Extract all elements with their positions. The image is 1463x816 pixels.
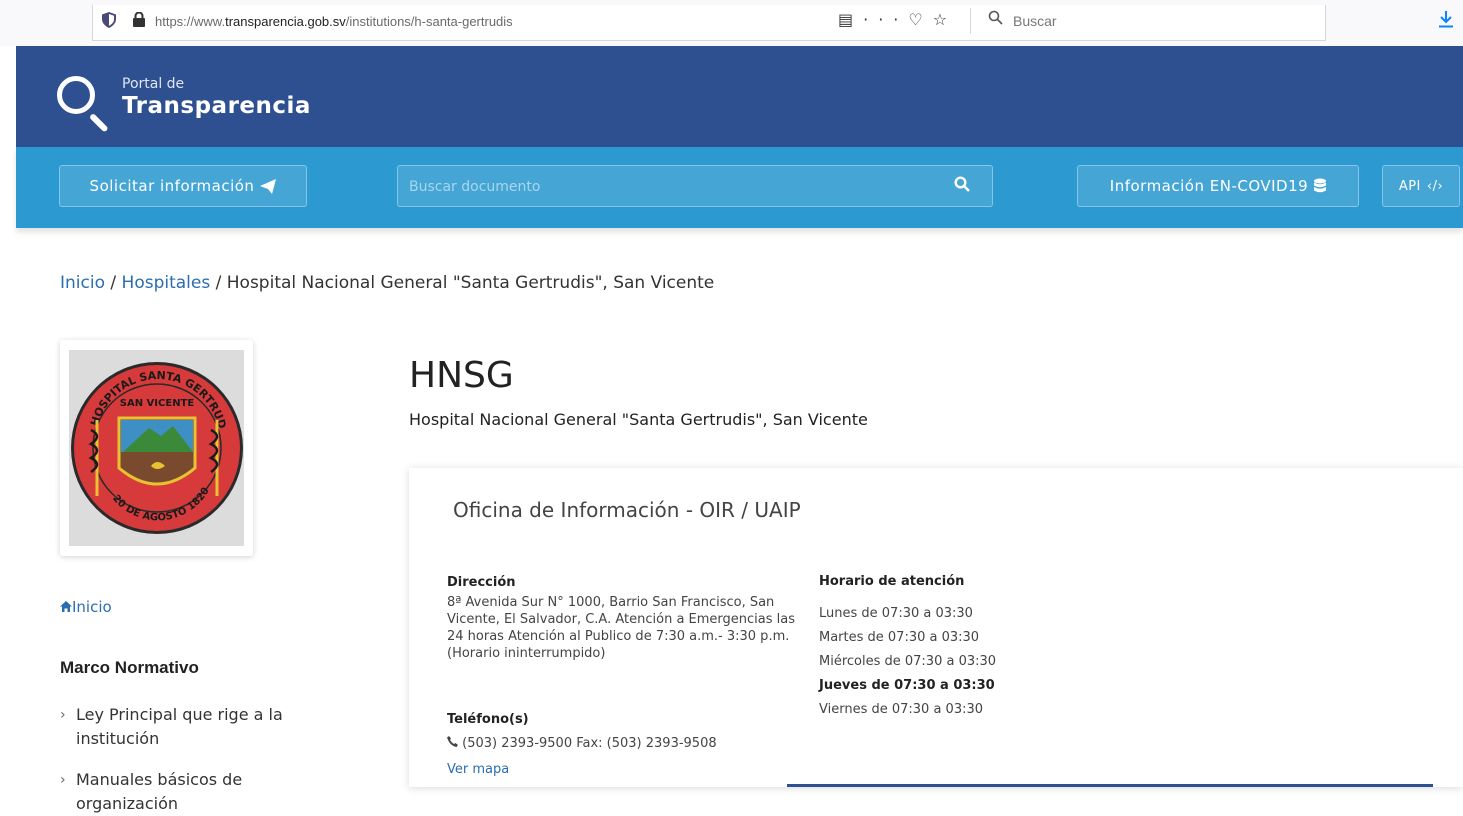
browser-search-input[interactable]: Buscar: [1013, 13, 1057, 29]
reader-view-icon[interactable]: ▤: [838, 10, 863, 29]
information-office-card: Oficina de Información - OIR / UAIP Dire…: [409, 468, 1463, 787]
phone-icon: [447, 736, 458, 747]
action-bar: Solicitar información Información EN-COV…: [16, 147, 1463, 228]
browser-search-icon: [988, 10, 1003, 29]
office-title: Oficina de Información - OIR / UAIP: [453, 498, 801, 522]
institution-emblem: HOSPITAL SANTA GERTRUDIS SAN VICENTE 20 …: [65, 340, 244, 546]
request-information-label: Solicitar información: [89, 177, 255, 195]
site-header: Portal de Transparencia: [16, 46, 1463, 147]
toolbar-divider: [970, 8, 971, 34]
breadcrumb-hospitales-link[interactable]: Hospitales: [122, 273, 211, 293]
home-icon: [60, 601, 72, 612]
phone-label: Teléfono(s): [447, 712, 529, 727]
page-actions: ▤···♡☆: [838, 10, 957, 29]
address-label: Dirección: [447, 575, 516, 590]
paper-plane-icon: [260, 178, 277, 194]
covid-information-button[interactable]: Información EN-COVID19: [1077, 165, 1359, 207]
breadcrumb: Inicio / Hospitales / Hospital Nacional …: [60, 273, 715, 293]
download-icon[interactable]: [1438, 10, 1454, 33]
hours-thursday: Jueves de 07:30 a 03:30: [819, 678, 995, 693]
breadcrumb-home-link[interactable]: Inicio: [60, 273, 105, 293]
covid-information-label: Información EN-COVID19: [1109, 177, 1309, 195]
sidebar-section-title: Marco Normativo: [60, 658, 199, 677]
institution-full-name: Hospital Nacional General "Santa Gertrud…: [409, 410, 868, 429]
hours-monday: Lunes de 07:30 a 03:30: [819, 606, 973, 621]
url-text[interactable]: https://www.transparencia.gob.sv/institu…: [155, 14, 513, 29]
code-icon: ‹/›: [1426, 178, 1444, 194]
database-icon: [1314, 178, 1327, 193]
institution-abbreviation: HNSG: [409, 355, 514, 396]
phone-row: (503) 2393-9500 Fax: (503) 2393-9508: [447, 736, 717, 751]
chevron-right-icon: ›: [60, 707, 66, 723]
bookmark-star-icon[interactable]: ☆: [933, 10, 957, 29]
sidebar-item-manuales[interactable]: › Manuales básicos de organización: [60, 768, 360, 816]
sidebar-item-ley-principal[interactable]: › Ley Principal que rige a la institució…: [60, 703, 360, 751]
breadcrumb-current: Hospital Nacional General "Santa Gertrud…: [226, 273, 715, 293]
request-information-button[interactable]: Solicitar información: [59, 165, 307, 207]
logo-title: Transparencia: [122, 93, 311, 119]
document-search-input[interactable]: [398, 166, 951, 208]
pocket-icon[interactable]: ♡: [908, 10, 932, 29]
document-search-box: [397, 165, 993, 208]
browser-toolbar: https://www.transparencia.gob.sv/institu…: [0, 0, 1463, 46]
magnifier-handle: [88, 112, 109, 133]
api-label: API: [1398, 178, 1421, 194]
hours-tuesday: Martes de 07:30 a 03:30: [819, 630, 980, 645]
hours-wednesday: Miércoles de 07:30 a 03:30: [819, 654, 997, 669]
search-icon[interactable]: [954, 176, 970, 197]
view-map-link[interactable]: Ver mapa: [447, 762, 509, 777]
hours-friday: Viernes de 07:30 a 03:30: [819, 702, 984, 717]
hours-label: Horario de atención: [819, 574, 965, 589]
address-text: 8ª Avenida Sur N° 1000, Barrio San Franc…: [447, 595, 796, 661]
chevron-right-icon: ›: [60, 772, 66, 788]
svg-text:SAN VICENTE: SAN VICENTE: [120, 398, 195, 409]
magnifier-logo-icon: [57, 76, 95, 114]
api-button[interactable]: API ‹/›: [1382, 165, 1460, 207]
tracking-shield-icon[interactable]: [102, 12, 116, 28]
lock-icon[interactable]: [133, 11, 145, 31]
sidebar-home-link[interactable]: Inicio: [60, 598, 112, 616]
more-actions-icon[interactable]: ···: [863, 10, 908, 29]
institution-logo-card: HOSPITAL SANTA GERTRUDIS SAN VICENTE 20 …: [60, 340, 253, 556]
logo-subtitle: Portal de: [122, 76, 185, 92]
